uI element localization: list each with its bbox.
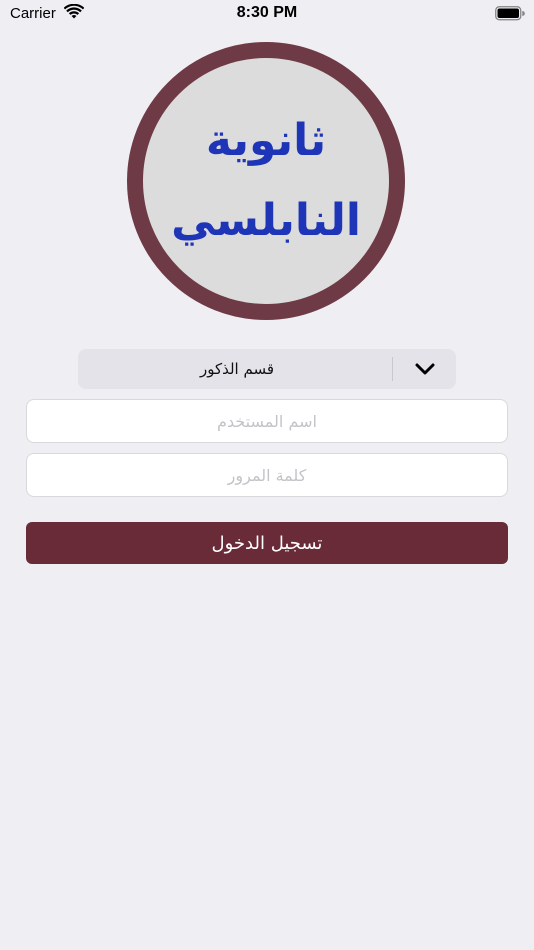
status-bar: Carrier 8:30 PM xyxy=(0,0,534,30)
logo-line-1: ثانوية xyxy=(205,115,327,166)
password-input[interactable] xyxy=(26,453,508,497)
department-select[interactable]: قسم الذكور xyxy=(78,349,456,389)
battery-icon xyxy=(495,6,525,25)
department-selected-value: قسم الذكور xyxy=(199,360,275,378)
school-logo: ثانوية النابلسي xyxy=(127,42,405,320)
logo-line-2: النابلسي xyxy=(171,195,361,246)
status-time: 8:30 PM xyxy=(236,4,298,21)
username-input[interactable] xyxy=(26,399,508,443)
chevron-down-icon[interactable] xyxy=(392,357,456,381)
login-button[interactable]: تسجيل الدخول xyxy=(26,522,508,564)
